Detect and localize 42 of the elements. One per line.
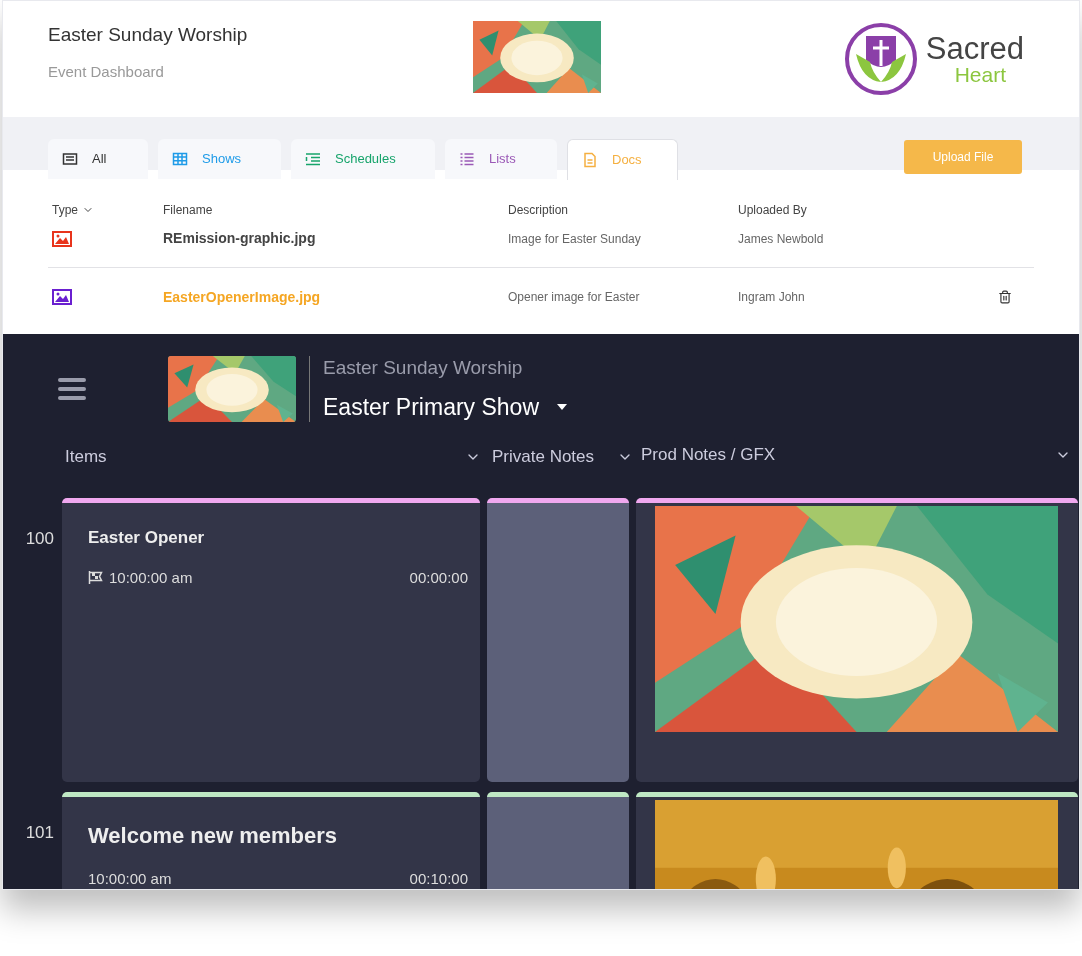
column-header: Private Notes xyxy=(492,446,595,469)
column-header: Uploaded By xyxy=(738,202,807,219)
column-header: Filename xyxy=(163,202,214,219)
list-indent-icon xyxy=(305,151,321,167)
item-title: Easter Opener xyxy=(88,527,206,549)
column-header: Prod Notes / GFX xyxy=(641,444,776,467)
table-cell-text: Image for Easter Sunday xyxy=(508,230,642,248)
table-cell-text: Opener image for Easter xyxy=(508,289,641,306)
event-subtitle: Event Dashboard xyxy=(48,62,165,82)
document-icon xyxy=(582,152,598,168)
event-title: Easter Sunday Worship xyxy=(48,22,249,47)
show-title[interactable]: Easter Primary Show xyxy=(323,390,539,425)
card-icon xyxy=(62,151,78,167)
tab[interactable]: All xyxy=(48,139,148,179)
image-file-icon xyxy=(52,289,72,305)
logo-text: Sacred xyxy=(925,33,1024,64)
filename-link[interactable]: REmission-graphic.jpg xyxy=(163,228,508,249)
duration: 00:10:00 xyxy=(409,869,468,889)
list-icon xyxy=(459,151,475,167)
column-header: Description xyxy=(508,202,570,219)
item-number: 101 xyxy=(24,822,55,844)
event-name: Easter Sunday Worship xyxy=(323,355,524,380)
delete-icon[interactable] xyxy=(998,290,1012,304)
item-number: 100 xyxy=(24,528,55,550)
logo-icon xyxy=(843,22,918,96)
menu-icon[interactable] xyxy=(58,377,86,401)
table-cell-text: James Newbold xyxy=(738,230,825,248)
item-card[interactable]: Welcome new members 10:00:00 am 00:10:00 xyxy=(62,792,480,889)
caret-icon[interactable] xyxy=(557,404,567,411)
item-card[interactable]: Easter Opener 10:00:00 am 00:00:00 xyxy=(62,498,480,782)
grid-icon xyxy=(172,151,188,167)
column-header[interactable]: Type xyxy=(48,201,163,219)
prod-notes-card[interactable] xyxy=(636,498,1078,782)
start-time: 10:00:00 am xyxy=(88,869,172,889)
item-title: Welcome new members xyxy=(88,822,339,850)
image-file-icon xyxy=(52,230,72,247)
tab[interactable]: Lists xyxy=(445,139,557,179)
start-time: 10:00:00 am xyxy=(109,567,193,588)
column-header: Items xyxy=(65,446,107,469)
logo-text: Heart xyxy=(954,64,1006,85)
duration: 00:00:00 xyxy=(409,567,468,588)
table-cell-text: Ingram John xyxy=(738,289,806,306)
